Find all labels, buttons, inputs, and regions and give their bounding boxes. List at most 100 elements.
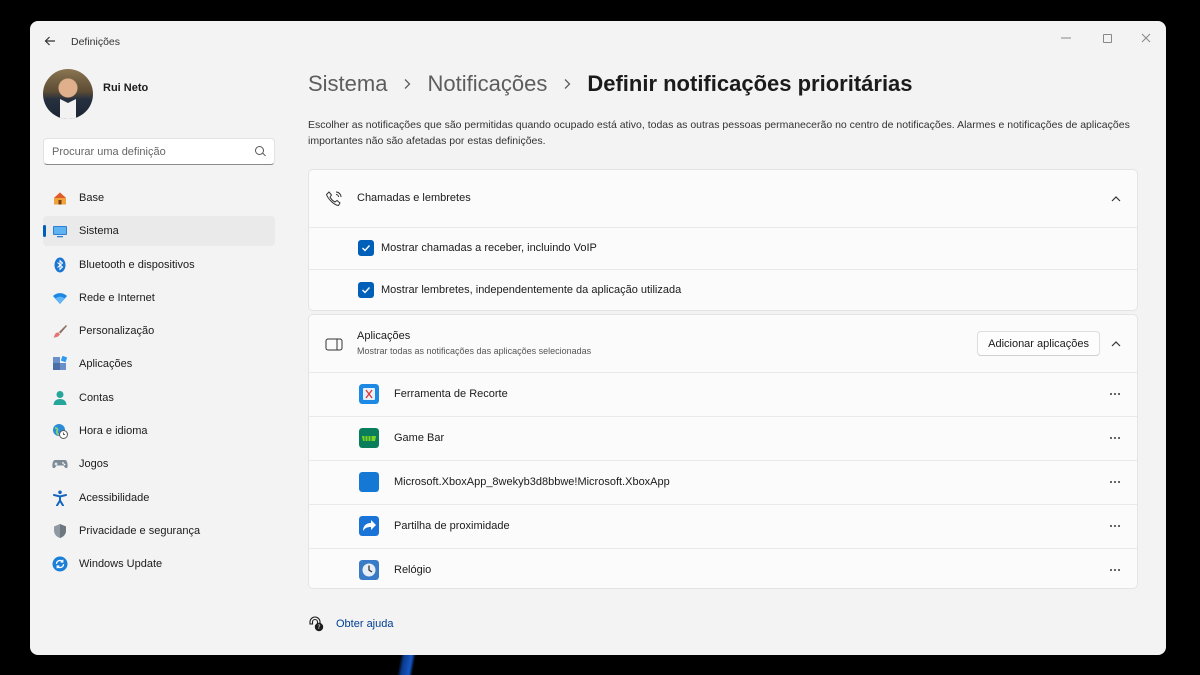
get-help-link[interactable]: Obter ajuda	[336, 618, 393, 630]
apps-header[interactable]: Aplicações Mostrar todas as notificações…	[309, 315, 1137, 372]
close-button[interactable]	[1132, 27, 1160, 49]
sidebar-item-aplicacoes[interactable]: Aplicações	[43, 349, 275, 379]
app-name: Game Bar	[394, 432, 445, 444]
sidebar-item-rede[interactable]: Rede e Internet	[43, 283, 275, 313]
update-icon	[52, 556, 68, 572]
svg-text:?: ?	[317, 624, 320, 631]
breadcrumb-sistema[interactable]: Sistema	[308, 71, 387, 97]
sidebar-item-base[interactable]: Base	[43, 183, 275, 213]
back-button[interactable]	[40, 31, 60, 51]
sidebar-item-windows-update[interactable]: Windows Update	[43, 549, 275, 579]
sidebar-item-bluetooth[interactable]: Bluetooth e dispositivos	[43, 250, 275, 280]
sidebar-item-label: Jogos	[79, 458, 109, 471]
home-icon	[54, 192, 66, 205]
sidebar-item-label: Contas	[79, 391, 114, 404]
app-row: Relógio	[309, 548, 1137, 588]
incoming-calls-checkbox[interactable]	[358, 240, 374, 256]
maximize-icon	[1102, 33, 1112, 43]
sidebar-nav: Base Sistema Bluetooth e dispositivos Re…	[43, 183, 275, 583]
add-apps-button[interactable]: Adicionar aplicações	[977, 331, 1100, 356]
apps-card: Aplicações Mostrar todas as notificações…	[308, 314, 1138, 589]
sidebar-item-contas[interactable]: Contas	[43, 383, 275, 413]
checkmark-icon	[362, 287, 371, 294]
maximize-button[interactable]	[1093, 27, 1121, 49]
calls-title: Chamadas e lembretes	[357, 192, 471, 204]
snipping-tool-icon	[359, 384, 379, 404]
shield-icon	[54, 523, 66, 538]
sidebar-item-label: Bluetooth e dispositivos	[79, 258, 195, 271]
app-window-icon	[325, 338, 343, 351]
checkbox-label: Mostrar chamadas a receber, incluindo Vo…	[381, 242, 597, 254]
search-icon[interactable]	[255, 146, 264, 155]
sidebar-item-acessibilidade[interactable]: Acessibilidade	[43, 483, 275, 513]
sidebar-item-personalizacao[interactable]: Personalização	[43, 316, 275, 346]
sidebar-item-sistema[interactable]: Sistema	[43, 216, 275, 247]
page-description: Escolher as notificações que são permiti…	[308, 119, 1130, 147]
sidebar-item-privacidade[interactable]: Privacidade e segurança	[43, 516, 275, 546]
page-title: Definir notificações prioritárias	[587, 71, 913, 96]
calls-header[interactable]: Chamadas e lembretes	[309, 170, 1137, 227]
apps-title: Aplicações	[357, 330, 411, 342]
sidebar-item-hora[interactable]: Hora e idioma	[43, 416, 275, 446]
option-row[interactable]: Mostrar lembretes, independentemente da …	[309, 269, 1137, 310]
sidebar-item-label: Acessibilidade	[79, 491, 150, 504]
close-icon	[1141, 33, 1151, 43]
chevron-right-icon	[405, 79, 411, 89]
minimize-icon	[1061, 37, 1071, 39]
sidebar-item-label: Hora e idioma	[79, 425, 148, 438]
globe-clock-icon	[53, 424, 68, 440]
game-bar-icon	[359, 428, 379, 448]
user-name: Rui Neto	[103, 82, 149, 94]
sidebar-item-label: Personalização	[79, 325, 155, 338]
more-options-icon[interactable]	[1105, 386, 1125, 402]
checkbox-label: Mostrar lembretes, independentemente da …	[381, 284, 682, 296]
breadcrumb: Sistema Notificações Definir notificaçõe…	[308, 71, 913, 97]
phone-ring-icon	[325, 191, 342, 207]
breadcrumb-notificacoes[interactable]: Notificações	[427, 71, 547, 97]
more-options-icon[interactable]	[1105, 430, 1125, 446]
apps-subtitle: Mostrar todas as notificações das aplica…	[357, 346, 592, 356]
chevron-right-icon	[564, 79, 571, 89]
sidebar-item-label: Rede e Internet	[79, 291, 155, 304]
more-options-icon[interactable]	[1105, 474, 1125, 490]
app-name: Partilha de proximidade	[394, 520, 510, 532]
system-icon	[53, 226, 67, 238]
help-section: ? Obter ajuda	[308, 616, 393, 632]
calls-reminders-card: Chamadas e lembretes Mostrar chamadas a …	[308, 169, 1138, 311]
app-name: Microsoft.XboxApp_8wekyb3d8bbwe!Microsof…	[394, 476, 670, 488]
chevron-up-icon[interactable]	[1109, 192, 1123, 206]
app-row: Partilha de proximidade	[309, 504, 1137, 548]
app-name: Ferramenta de Recorte	[394, 388, 508, 400]
app-row: Ferramenta de Recorte	[309, 372, 1137, 416]
brush-icon	[53, 325, 67, 338]
search-input[interactable]	[52, 144, 242, 160]
sidebar-item-label: Aplicações	[79, 358, 133, 371]
wifi-icon	[53, 293, 67, 304]
sidebar-item-label: Windows Update	[79, 558, 163, 571]
title-bar: Definições	[30, 21, 1166, 61]
option-row[interactable]: Mostrar chamadas a receber, incluindo Vo…	[309, 227, 1137, 269]
arrow-left-icon	[44, 36, 55, 46]
minimize-button[interactable]	[1052, 27, 1080, 49]
more-options-icon[interactable]	[1105, 518, 1125, 534]
reminders-checkbox[interactable]	[358, 282, 374, 298]
app-row: Game Bar	[309, 416, 1137, 460]
search-box[interactable]	[43, 138, 275, 165]
account-icon	[53, 390, 67, 405]
chevron-up-icon[interactable]	[1109, 337, 1123, 351]
sidebar-item-label: Privacidade e segurança	[79, 524, 201, 537]
sidebar-item-label: Base	[79, 192, 105, 204]
checkmark-icon	[362, 245, 371, 252]
avatar[interactable]	[43, 69, 93, 119]
bluetooth-icon	[54, 257, 66, 273]
app-name: Relógio	[394, 564, 432, 576]
gamepad-icon	[52, 460, 68, 469]
accessibility-icon	[53, 490, 67, 506]
nearby-share-icon	[359, 516, 379, 536]
app-title: Definições	[71, 36, 121, 48]
sidebar-item-jogos[interactable]: Jogos	[43, 449, 275, 479]
app-row: Microsoft.XboxApp_8wekyb3d8bbwe!Microsof…	[309, 460, 1137, 504]
help-icon: ?	[309, 616, 324, 632]
apps-icon	[53, 356, 68, 371]
more-options-icon[interactable]	[1105, 562, 1125, 578]
